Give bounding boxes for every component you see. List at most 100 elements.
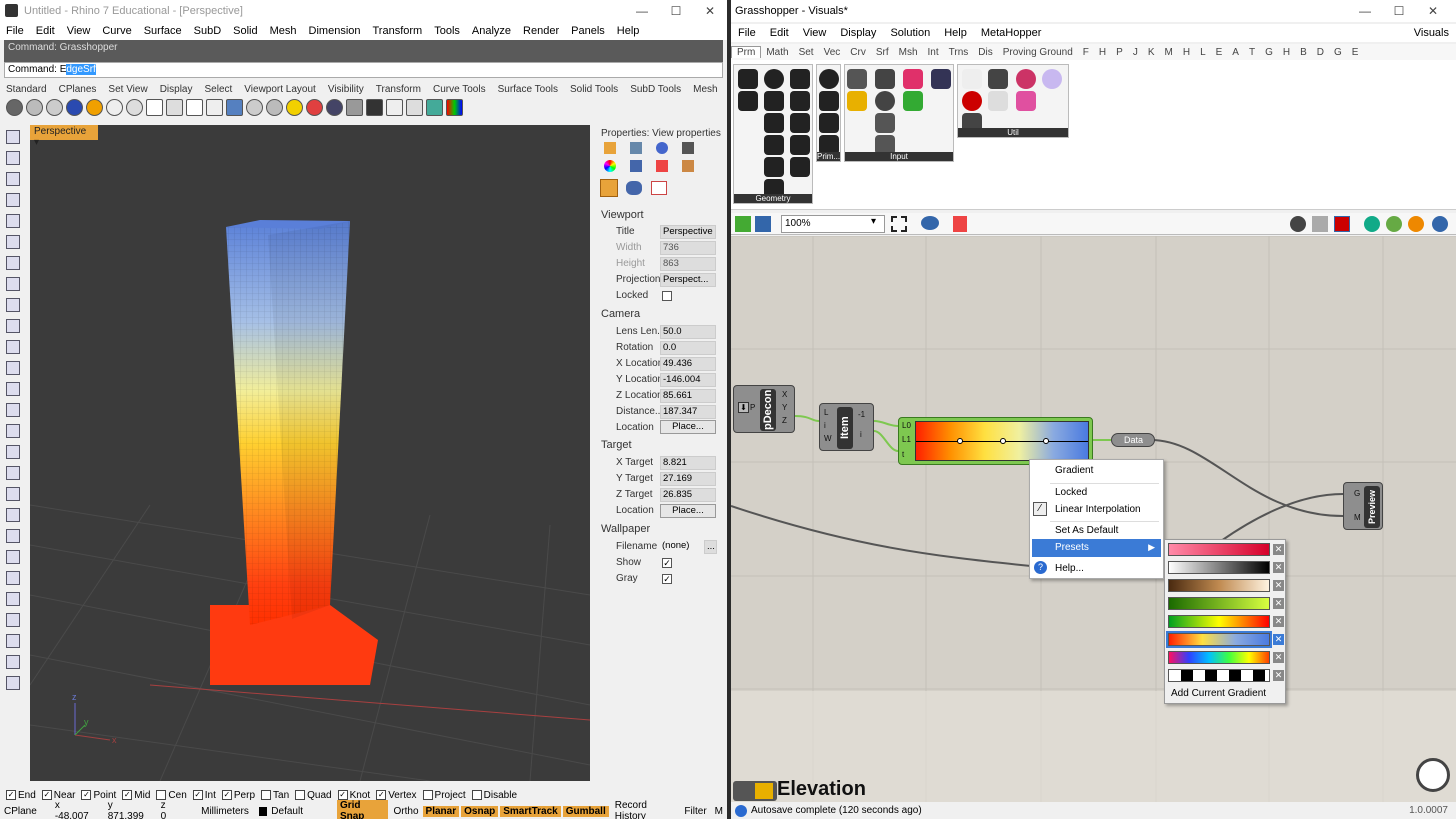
item-input-w[interactable]: W	[824, 434, 832, 443]
param-plane-icon[interactable]	[790, 135, 810, 155]
sketch-icon[interactable]	[953, 216, 967, 232]
view-camera-icon[interactable]	[600, 179, 618, 197]
extrude-icon[interactable]	[6, 382, 20, 396]
gray-checkbox[interactable]: ✓	[662, 574, 672, 584]
display-globe-icon[interactable]	[1386, 216, 1402, 232]
move-icon[interactable]	[6, 571, 20, 585]
ctx-help[interactable]: Help...	[1055, 563, 1084, 574]
environment-icon[interactable]	[266, 99, 283, 116]
ctx-locked[interactable]: Locked	[1055, 487, 1087, 498]
image-icon[interactable]	[630, 142, 642, 154]
preview-shaded-icon[interactable]	[1312, 216, 1328, 232]
camera-icon[interactable]	[326, 99, 343, 116]
show-checkbox[interactable]: ✓	[662, 558, 672, 568]
gradient-grip-3[interactable]	[1043, 438, 1049, 444]
input-slider-icon[interactable]	[875, 69, 895, 89]
gh-tab-k[interactable]: K	[1143, 47, 1160, 58]
preset-delete-icon[interactable]: ✕	[1273, 616, 1284, 627]
osnap-tan[interactable]: Tan	[261, 788, 289, 802]
tab-viewport-layout[interactable]: Viewport Layout	[238, 84, 322, 98]
color-ball-icon[interactable]	[1408, 216, 1424, 232]
pdecon-output-x[interactable]: X	[782, 390, 787, 399]
preset-spectrum[interactable]	[1168, 651, 1270, 664]
gh-tab-p[interactable]: P	[1111, 47, 1128, 58]
tab-subd-tools[interactable]: SubD Tools	[624, 84, 687, 98]
perspective-viewport[interactable]: z y x	[30, 125, 590, 781]
text-icon[interactable]	[6, 613, 20, 627]
menu-dimension[interactable]: Dimension	[303, 25, 367, 37]
gh-tab-e2[interactable]: E	[1347, 47, 1364, 58]
gh-tab-set[interactable]: Set	[794, 47, 819, 58]
snapshot-icon[interactable]	[146, 99, 163, 116]
preview-component[interactable]: G M Preview	[1343, 482, 1383, 530]
tab-transform[interactable]: Transform	[370, 84, 427, 98]
pane-osnap[interactable]: Osnap	[461, 805, 499, 817]
pdecon-input-p[interactable]: P	[750, 403, 755, 412]
tab-select[interactable]: Select	[199, 84, 239, 98]
ground-plane-icon[interactable]	[306, 99, 323, 116]
brush-icon[interactable]	[682, 160, 694, 172]
preset-delete-icon[interactable]: ✕	[1273, 652, 1284, 663]
preset-delete-icon[interactable]: ✕	[1273, 634, 1284, 645]
texture-icon[interactable]	[346, 99, 363, 116]
preset-delete-icon[interactable]: ✕	[1273, 544, 1284, 555]
analyze-icon[interactable]	[6, 676, 20, 690]
preset-delete-icon[interactable]: ✕	[1273, 580, 1284, 591]
mesh-quality-icon[interactable]	[1364, 216, 1380, 232]
ellipse-icon[interactable]	[6, 256, 20, 270]
add-current-gradient[interactable]: Add Current Gradient	[1171, 688, 1266, 699]
param-field-icon[interactable]	[764, 113, 784, 133]
gh-tab-g[interactable]: G	[1260, 47, 1278, 58]
xray-icon[interactable]	[126, 99, 143, 116]
lens-length-field[interactable]: 50.0	[660, 325, 716, 339]
locked-checkbox[interactable]	[662, 291, 672, 301]
link-icon[interactable]	[626, 181, 642, 195]
z-target-field[interactable]: 26.835	[660, 488, 716, 502]
gh-tab-dis[interactable]: Dis	[973, 47, 997, 58]
pane-ortho[interactable]: Ortho	[390, 806, 423, 817]
point-icon[interactable]	[6, 151, 20, 165]
tab-display[interactable]: Display	[154, 84, 199, 98]
dimension-icon[interactable]	[6, 634, 20, 648]
circle-icon[interactable]	[6, 214, 20, 228]
polyline-icon[interactable]	[6, 193, 20, 207]
x-target-field[interactable]: 8.821	[660, 456, 716, 470]
arc-icon[interactable]	[6, 235, 20, 249]
filename-browse-button[interactable]: ...	[704, 540, 717, 554]
split-icon[interactable]	[6, 529, 20, 543]
line-icon[interactable]	[6, 172, 20, 186]
gh-tab-l[interactable]: L	[1195, 47, 1211, 58]
preset-delete-icon[interactable]: ✕	[1273, 598, 1284, 609]
prim-integer-icon[interactable]	[819, 91, 839, 111]
menu-edit[interactable]: Edit	[30, 25, 61, 37]
z-location-field[interactable]: 85.661	[660, 389, 716, 403]
data-param[interactable]: Data	[1111, 433, 1155, 447]
gh-menu-view[interactable]: View	[796, 27, 834, 39]
preset-red-yellow-blue[interactable]	[1166, 631, 1272, 648]
tab-surface-tools[interactable]: Surface Tools	[492, 84, 564, 98]
input-color-swatch-icon[interactable]	[903, 69, 923, 89]
gh-tab-prm[interactable]: Prm	[731, 46, 762, 58]
bell-icon[interactable]	[656, 142, 668, 154]
preset-pink-red[interactable]	[1168, 543, 1270, 556]
mesh-icon[interactable]	[6, 445, 20, 459]
param-transform-icon[interactable]	[790, 157, 810, 177]
menu-subd[interactable]: SubD	[188, 25, 228, 37]
cylinder-icon[interactable]	[6, 424, 20, 438]
param-surface-icon[interactable]	[764, 157, 784, 177]
gh-tab-j[interactable]: J	[1128, 47, 1143, 58]
pane-planar[interactable]: Planar	[422, 805, 460, 817]
prim-number-icon[interactable]	[819, 113, 839, 133]
gh-tab-t[interactable]: T	[1244, 47, 1260, 58]
util-cluster-icon[interactable]	[1016, 69, 1036, 89]
gh-tab-g2[interactable]: G	[1329, 47, 1347, 58]
util-relay-icon[interactable]	[962, 69, 982, 89]
sun-icon[interactable]	[286, 99, 303, 116]
open-file-icon[interactable]	[735, 216, 751, 232]
command-input[interactable]: Command: EdgeSrf	[4, 62, 723, 78]
pane-memory[interactable]: M	[711, 806, 727, 817]
color-wheel-icon[interactable]	[604, 160, 616, 172]
gh-tab-a[interactable]: A	[1227, 47, 1244, 58]
pdecon-output-y[interactable]: Y	[782, 403, 787, 412]
eye-icon[interactable]	[921, 216, 939, 230]
